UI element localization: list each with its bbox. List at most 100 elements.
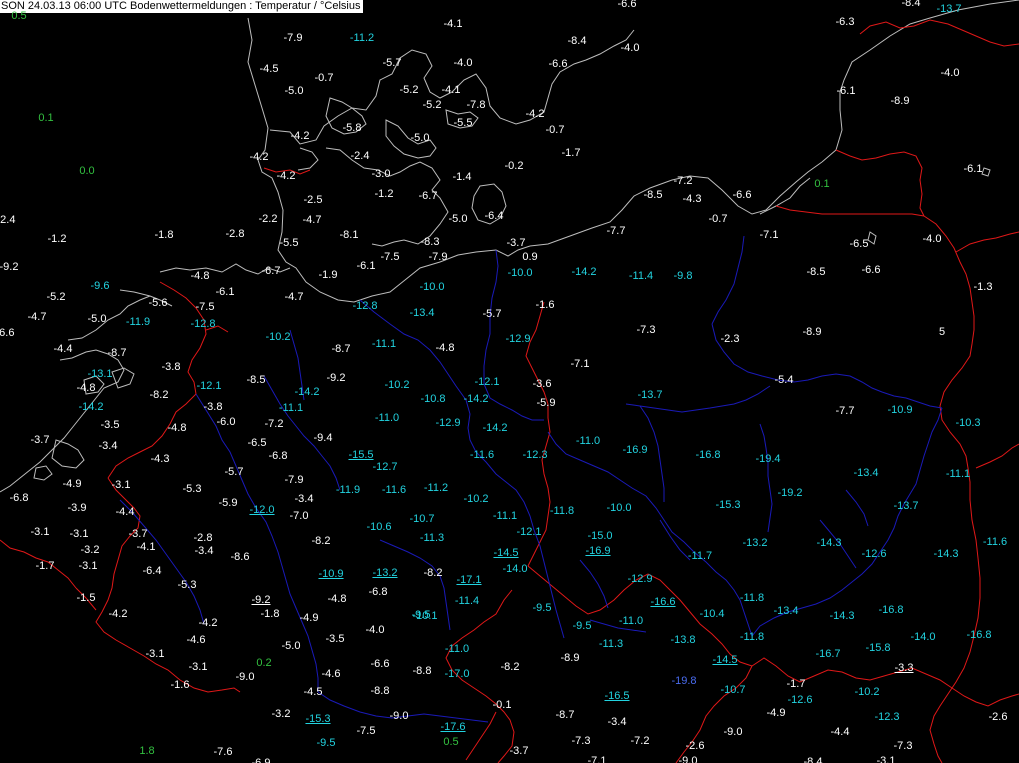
temperature-reading: -10.7 (409, 513, 435, 525)
temperature-reading: -11.4 (628, 270, 654, 282)
temperature-reading: -4.1 (443, 18, 463, 30)
temperature-reading: -3.4 (607, 716, 627, 728)
temperature-reading: -6.6 (617, 0, 637, 10)
temperature-reading: -4.4 (830, 726, 850, 738)
temperature-reading: -4.0 (365, 624, 385, 636)
temperature-reading: -1.8 (154, 229, 174, 241)
temperature-reading: -3.7 (509, 745, 529, 757)
temperature-reading: -2.8 (225, 228, 245, 240)
temperature-reading: -11.1 (278, 402, 304, 414)
temperature-reading: -4.5 (303, 686, 323, 698)
temperature-reading: -5.0 (87, 313, 107, 325)
temperature-reading: -13.7 (637, 389, 663, 401)
temperature-reading: -8.8 (412, 665, 432, 677)
temperature-reading: -11.9 (125, 316, 151, 328)
temperature-reading: -10.0 (507, 267, 533, 279)
temperature-reading: -4.9 (766, 707, 786, 719)
temperature-reading: -6.5 (849, 238, 869, 250)
temperature-reading: -12.3 (874, 711, 900, 723)
temperature-reading: -10.8 (420, 393, 446, 405)
temperature-reading: -11.0 (575, 435, 601, 447)
temperature-reading: -5.0 (410, 132, 430, 144)
temperature-reading: -10.3 (955, 417, 981, 429)
temperature-reading: -5.4 (774, 374, 794, 386)
temperature-reading: -16.8 (695, 449, 721, 461)
temperature-reading: -4.2 (290, 130, 310, 142)
temperature-reading: -0.7 (314, 72, 334, 84)
temperature-reading: -3.3 (894, 662, 914, 674)
temperature-reading: -14.2 (463, 393, 489, 405)
temperature-reading: -16.9 (622, 444, 648, 456)
temperature-reading: -4.6 (321, 668, 341, 680)
temperature-reading: -1.6 (535, 299, 555, 311)
temperature-reading: -5.6 (148, 297, 168, 309)
temperature-reading: -11.9 (335, 484, 361, 496)
temperature-reading: -8.6 (230, 551, 250, 563)
temperature-reading: -12.6 (787, 694, 813, 706)
temperature-reading: -7.1 (587, 755, 607, 763)
temperature-reading: -4.2 (198, 617, 218, 629)
temperature-reading: -5.0 (448, 213, 468, 225)
temperature-reading: 0.9 (522, 251, 538, 263)
temperature-reading: -4.0 (940, 67, 960, 79)
temperature-reading: -5.8 (342, 122, 362, 134)
temperature-reading: -6.5 (247, 437, 267, 449)
temperature-reading: -3.1 (30, 526, 50, 538)
temperature-reading: -4.9 (299, 612, 319, 624)
temperature-reading: -4.7 (284, 291, 304, 303)
temperature-reading: -19.8 (671, 675, 697, 687)
temperature-reading: -13.4 (773, 605, 799, 617)
temperature-reading: -12.1 (474, 376, 500, 388)
temperature-reading: -10.9 (887, 404, 913, 416)
temperature-reading: -1.2 (47, 233, 67, 245)
temperature-reading: -4.4 (115, 506, 135, 518)
temperature-reading: -15.0 (587, 530, 613, 542)
temperature-reading: -7.5 (380, 251, 400, 263)
temperature-reading: -2.6 (685, 740, 705, 752)
temperature-reading: -3.4 (194, 545, 214, 557)
temperature-reading: -5.3 (177, 579, 197, 591)
temperature-reading: -9.0 (723, 726, 743, 738)
temperature-reading: -6.6 (548, 58, 568, 70)
temperature-reading: -4.8 (190, 270, 210, 282)
temperature-reading: -5.5 (453, 117, 473, 129)
temperature-reading: -3.2 (271, 708, 291, 720)
temperature-reading: -5.9 (536, 397, 556, 409)
temperature-reading: 5 (938, 326, 946, 338)
temperature-reading: -15.3 (715, 499, 741, 511)
temperature-reading: -4.2 (276, 170, 296, 182)
temperature-reading: -11.0 (618, 615, 644, 627)
temperature-reading: -1.7 (561, 147, 581, 159)
temperature-reading: -10.0 (606, 502, 632, 514)
temperature-reading: -8.9 (560, 652, 580, 664)
temperature-reading: -6.1 (836, 85, 856, 97)
temperature-reading: -7.1 (570, 358, 590, 370)
temperature-reading: -3.8 (161, 361, 181, 373)
temperature-reading: -8.8 (370, 685, 390, 697)
temperature-reading: -3.1 (145, 648, 165, 660)
temperature-reading: -5.0 (281, 640, 301, 652)
temperature-reading: -11.4 (454, 595, 480, 607)
temperature-reading: -1.9 (318, 269, 338, 281)
temperature-reading: -5.7 (482, 308, 502, 320)
temperature-reading: -7.2 (673, 175, 693, 187)
temperature-reading: -7.6 (213, 746, 233, 758)
temperature-reading: -6.6 (861, 264, 881, 276)
temperature-reading: -3.6 (532, 378, 552, 390)
temperature-reading: -12.1 (196, 380, 222, 392)
temperature-reading: -12.3 (522, 449, 548, 461)
temperature-reading: -6.3 (835, 16, 855, 28)
temperature-reading: -11.3 (598, 638, 624, 650)
temperature-reading: -14.2 (571, 266, 597, 278)
temperature-reading: -8.1 (339, 229, 359, 241)
temperature-reading: -10.2 (265, 331, 291, 343)
temperature-reading: -12.9 (505, 333, 531, 345)
temperature-reading: -12.6 (861, 548, 887, 560)
temperature-reading: -8.5 (246, 374, 266, 386)
temperature-reading: -7.9 (428, 251, 448, 263)
temperature-reading: -8.5 (643, 189, 663, 201)
temperature-reading: -9.8 (673, 270, 693, 282)
temperature-reading: -2.4 (0, 214, 16, 226)
temperature-reading: -6.4 (142, 565, 162, 577)
temperature-reading: -1.6 (170, 679, 190, 691)
